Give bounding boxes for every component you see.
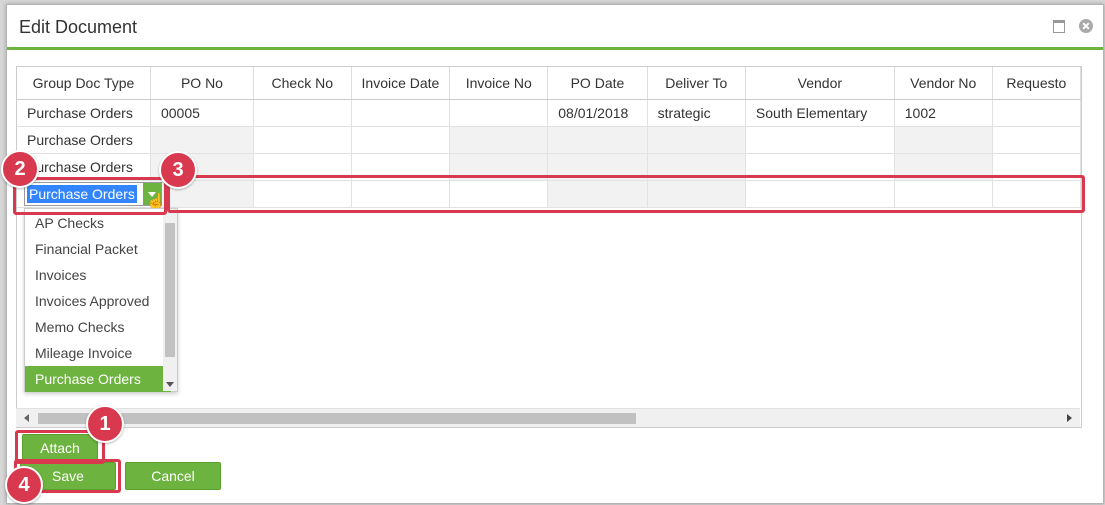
column-header-vendor-no[interactable]: Vendor No	[894, 67, 993, 100]
title-divider	[7, 47, 1103, 50]
callout-highlight-dropdown	[13, 177, 167, 215]
callout-badge-3: 3	[159, 151, 197, 189]
dropdown-option[interactable]: Financial Packet	[25, 236, 171, 262]
cell-vendor-no[interactable]: 1002	[894, 99, 993, 127]
dropdown-scrollbar[interactable]	[163, 209, 177, 391]
column-header-invoice-no[interactable]: Invoice No	[449, 67, 549, 100]
cell-deliver-to[interactable]	[647, 126, 746, 154]
column-header-po-date[interactable]: PO Date	[547, 67, 648, 100]
grid-horizontal-scrollbar[interactable]	[16, 408, 1080, 427]
column-header-po-no[interactable]: PO No	[150, 67, 254, 100]
cell-invoice-date[interactable]	[351, 99, 451, 127]
dropdown-option[interactable]: Memo Checks	[25, 314, 171, 340]
column-header-check-no[interactable]: Check No	[253, 67, 352, 100]
column-header-requestor[interactable]: Requesto	[992, 67, 1081, 100]
column-header-group-doc-type[interactable]: Group Doc Type	[17, 67, 151, 100]
cell-po-no[interactable]: 00005	[150, 99, 254, 127]
cell-po-date[interactable]: 08/01/2018	[547, 99, 648, 127]
cell-invoice-no[interactable]	[449, 126, 549, 154]
cancel-button[interactable]: Cancel	[125, 462, 221, 490]
dropdown-option[interactable]: Invoices	[25, 262, 171, 288]
dialog-titlebar: Edit Document	[7, 5, 1103, 49]
scroll-left-icon[interactable]	[24, 414, 29, 422]
cell-po-date[interactable]	[547, 126, 648, 154]
column-header-invoice-date[interactable]: Invoice Date	[351, 67, 451, 100]
cell-vendor[interactable]: South Elementary	[745, 99, 895, 127]
column-header-deliver-to[interactable]: Deliver To	[647, 67, 746, 100]
cell-vendor-no[interactable]	[894, 126, 993, 154]
dialog-title: Edit Document	[19, 17, 138, 37]
cell-check-no[interactable]	[253, 126, 352, 154]
dropdown-option-selected[interactable]: Purchase Orders	[25, 366, 171, 392]
dropdown-option[interactable]: Invoices Approved	[25, 288, 171, 314]
cell-requestor[interactable]	[992, 99, 1081, 127]
callout-badge-1: 1	[86, 405, 124, 443]
dropdown-options-list[interactable]: AP Checks Financial Packet Invoices Invo…	[24, 208, 178, 392]
cell-po-no[interactable]	[150, 126, 254, 154]
maximize-icon[interactable]	[1053, 20, 1066, 33]
cell-requestor[interactable]	[992, 126, 1081, 154]
cell-check-no[interactable]	[253, 99, 352, 127]
table-row[interactable]: Purchase Orders	[17, 126, 1081, 154]
scroll-down-icon[interactable]	[166, 382, 174, 387]
cell-group-doc-type[interactable]: Purchase Orders	[17, 126, 151, 154]
grid-header-row: Group Doc Type PO No Check No Invoice Da…	[17, 67, 1081, 100]
cell-vendor[interactable]	[745, 126, 895, 154]
cell-invoice-no[interactable]	[449, 99, 549, 127]
cell-deliver-to[interactable]: strategic	[647, 99, 746, 127]
cell-group-doc-type[interactable]: Purchase Orders	[17, 99, 151, 127]
close-icon[interactable]	[1079, 19, 1093, 33]
scroll-right-icon[interactable]	[1067, 414, 1072, 422]
callout-badge-4: 4	[5, 466, 43, 504]
dropdown-scrollbar-thumb[interactable]	[165, 223, 175, 357]
callout-badge-2: 2	[1, 150, 39, 188]
dropdown-option[interactable]: Mileage Invoice	[25, 340, 171, 366]
column-header-vendor[interactable]: Vendor	[745, 67, 895, 100]
cell-invoice-date[interactable]	[351, 126, 451, 154]
scrollbar-thumb[interactable]	[38, 413, 636, 424]
callout-highlight-new-row	[167, 175, 1085, 213]
table-row[interactable]: Purchase Orders 00005 08/01/2018 strateg…	[17, 99, 1081, 127]
